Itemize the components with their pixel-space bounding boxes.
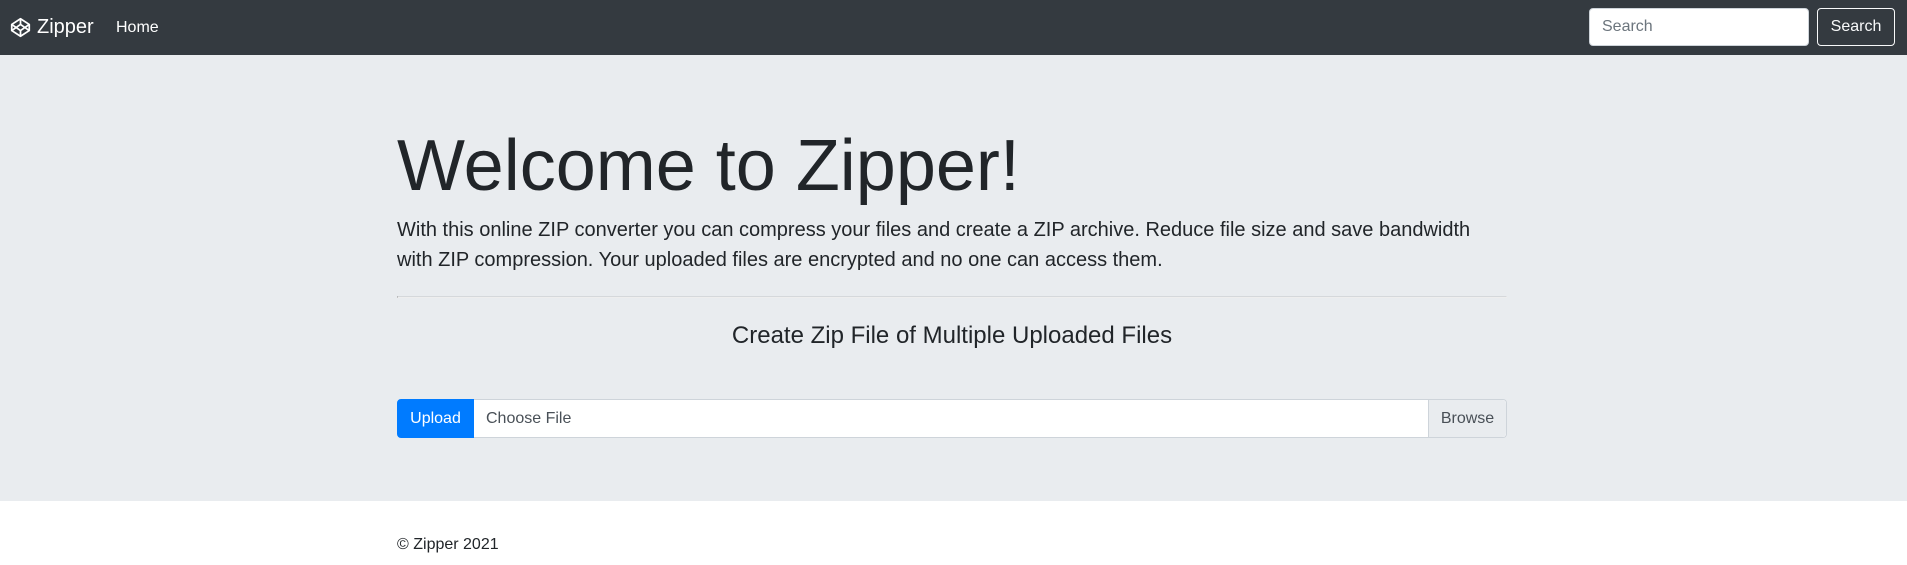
hero-jumbotron: Welcome to Zipper! With this online ZIP …	[0, 55, 1907, 501]
footer-copyright: © Zipper 2021	[397, 536, 499, 553]
upload-input-group: Upload Choose File Browse	[397, 399, 1507, 438]
file-chooser[interactable]: Choose File Browse	[474, 399, 1507, 438]
page-title: Welcome to Zipper!	[397, 126, 1020, 206]
browse-button[interactable]: Browse	[1428, 400, 1506, 437]
nav-home-link[interactable]: Home	[116, 0, 159, 55]
brand-label: Zipper	[37, 16, 94, 38]
brand-link[interactable]: Zipper	[10, 0, 94, 55]
search-button[interactable]: Search	[1817, 8, 1895, 46]
upload-button[interactable]: Upload	[397, 399, 474, 438]
divider	[397, 296, 1507, 298]
file-chooser-label[interactable]: Choose File	[474, 400, 1428, 437]
codepen-icon	[10, 17, 31, 38]
section-heading: Create Zip File of Multiple Uploaded Fil…	[731, 322, 1173, 349]
hero-container: Welcome to Zipper! With this online ZIP …	[397, 55, 1507, 501]
search-input[interactable]	[1589, 8, 1809, 46]
hero-lead-text: With this online ZIP converter you can c…	[397, 219, 1471, 271]
top-navbar: Zipper Home Search	[0, 0, 1907, 55]
